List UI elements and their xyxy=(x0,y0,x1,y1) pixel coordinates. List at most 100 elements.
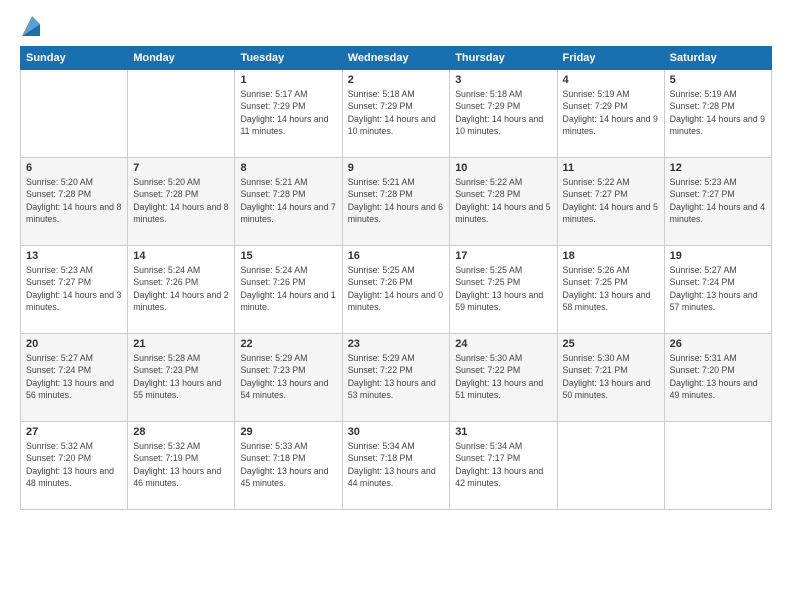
day-number: 9 xyxy=(348,162,445,174)
day-number: 20 xyxy=(26,338,122,350)
calendar-cell: 26 Sunrise: 5:31 AM Sunset: 7:20 PM Dayli… xyxy=(664,334,771,422)
calendar-cell: 17 Sunrise: 5:25 AM Sunset: 7:25 PM Dayli… xyxy=(450,246,557,334)
calendar-cell: 18 Sunrise: 5:26 AM Sunset: 7:25 PM Dayli… xyxy=(557,246,664,334)
day-info: Sunrise: 5:21 AM Sunset: 7:28 PM Dayligh… xyxy=(240,176,336,225)
calendar-week-0: 1Sunrise: 5:17 AM Sunset: 7:29 PM Daylig… xyxy=(21,70,772,158)
calendar-week-4: 27 Sunrise: 5:32 AM Sunset: 7:20 PM Dayli… xyxy=(21,422,772,510)
day-info: Sunrise: 5:21 AM Sunset: 7:28 PM Dayligh… xyxy=(348,176,445,225)
calendar-cell: 20Sunrise: 5:27 AM Sunset: 7:24 PM Dayli… xyxy=(21,334,128,422)
calendar-header-sunday: Sunday xyxy=(21,47,128,70)
calendar-header-tuesday: Tuesday xyxy=(235,47,342,70)
calendar-cell: 22 Sunrise: 5:29 AM Sunset: 7:23 PM Dayli… xyxy=(235,334,342,422)
calendar-cell: 13Sunrise: 5:23 AM Sunset: 7:27 PM Dayli… xyxy=(21,246,128,334)
day-number: 31 xyxy=(455,426,551,438)
day-info: Sunrise: 5:33 AM Sunset: 7:18 PM Dayligh… xyxy=(240,440,336,489)
day-number: 24 xyxy=(455,338,551,350)
day-number: 29 xyxy=(240,426,336,438)
day-info: Sunrise: 5:25 AM Sunset: 7:26 PM Dayligh… xyxy=(348,264,445,313)
day-info: Sunrise: 5:22 AM Sunset: 7:28 PM Dayligh… xyxy=(455,176,551,225)
day-info: Sunrise: 5:26 AM Sunset: 7:25 PM Dayligh… xyxy=(563,264,659,313)
day-info: Sunrise: 5:20 AM Sunset: 7:28 PM Dayligh… xyxy=(26,176,122,225)
calendar-cell: 7 Sunrise: 5:20 AM Sunset: 7:28 PM Daylig… xyxy=(128,158,235,246)
calendar-cell: 12 Sunrise: 5:23 AM Sunset: 7:27 PM Dayli… xyxy=(664,158,771,246)
day-info: Sunrise: 5:24 AM Sunset: 7:26 PM Dayligh… xyxy=(240,264,336,313)
calendar-cell: 27 Sunrise: 5:32 AM Sunset: 7:20 PM Dayli… xyxy=(21,422,128,510)
day-info: Sunrise: 5:27 AM Sunset: 7:24 PM Dayligh… xyxy=(670,264,766,313)
calendar-week-3: 20Sunrise: 5:27 AM Sunset: 7:24 PM Dayli… xyxy=(21,334,772,422)
calendar-cell: 6 Sunrise: 5:20 AM Sunset: 7:28 PM Daylig… xyxy=(21,158,128,246)
day-number: 5 xyxy=(670,74,766,86)
day-info: Sunrise: 5:19 AM Sunset: 7:29 PM Dayligh… xyxy=(563,88,659,137)
calendar-cell: 29 Sunrise: 5:33 AM Sunset: 7:18 PM Dayli… xyxy=(235,422,342,510)
calendar-week-2: 13Sunrise: 5:23 AM Sunset: 7:27 PM Dayli… xyxy=(21,246,772,334)
calendar-header-row: SundayMondayTuesdayWednesdayThursdayFrid… xyxy=(21,47,772,70)
day-number: 10 xyxy=(455,162,551,174)
calendar-cell: 16 Sunrise: 5:25 AM Sunset: 7:26 PM Dayli… xyxy=(342,246,450,334)
day-info: Sunrise: 5:32 AM Sunset: 7:20 PM Dayligh… xyxy=(26,440,122,489)
day-info: Sunrise: 5:28 AM Sunset: 7:23 PM Dayligh… xyxy=(133,352,229,401)
day-number: 16 xyxy=(348,250,445,262)
day-number: 7 xyxy=(133,162,229,174)
day-info: Sunrise: 5:30 AM Sunset: 7:21 PM Dayligh… xyxy=(563,352,659,401)
calendar-cell: 3 Sunrise: 5:18 AM Sunset: 7:29 PM Daylig… xyxy=(450,70,557,158)
day-info: Sunrise: 5:30 AM Sunset: 7:22 PM Dayligh… xyxy=(455,352,551,401)
day-number: 12 xyxy=(670,162,766,174)
calendar-header-friday: Friday xyxy=(557,47,664,70)
day-info: Sunrise: 5:34 AM Sunset: 7:18 PM Dayligh… xyxy=(348,440,445,489)
day-info: Sunrise: 5:23 AM Sunset: 7:27 PM Dayligh… xyxy=(670,176,766,225)
logo-icon xyxy=(22,16,40,36)
calendar-cell: 4 Sunrise: 5:19 AM Sunset: 7:29 PM Daylig… xyxy=(557,70,664,158)
page: SundayMondayTuesdayWednesdayThursdayFrid… xyxy=(0,0,792,612)
day-info: Sunrise: 5:29 AM Sunset: 7:22 PM Dayligh… xyxy=(348,352,445,401)
calendar-header-saturday: Saturday xyxy=(664,47,771,70)
day-info: Sunrise: 5:32 AM Sunset: 7:19 PM Dayligh… xyxy=(133,440,229,489)
calendar-cell: 31 Sunrise: 5:34 AM Sunset: 7:17 PM Dayli… xyxy=(450,422,557,510)
calendar-cell xyxy=(128,70,235,158)
day-number: 14 xyxy=(133,250,229,262)
day-info: Sunrise: 5:34 AM Sunset: 7:17 PM Dayligh… xyxy=(455,440,551,489)
day-number: 22 xyxy=(240,338,336,350)
day-info: Sunrise: 5:24 AM Sunset: 7:26 PM Dayligh… xyxy=(133,264,229,313)
day-number: 21 xyxy=(133,338,229,350)
day-number: 2 xyxy=(348,74,445,86)
calendar-cell: 19 Sunrise: 5:27 AM Sunset: 7:24 PM Dayli… xyxy=(664,246,771,334)
day-info: Sunrise: 5:17 AM Sunset: 7:29 PM Dayligh… xyxy=(240,88,336,137)
day-info: Sunrise: 5:19 AM Sunset: 7:28 PM Dayligh… xyxy=(670,88,766,137)
day-number: 25 xyxy=(563,338,659,350)
calendar-header-wednesday: Wednesday xyxy=(342,47,450,70)
calendar-week-1: 6 Sunrise: 5:20 AM Sunset: 7:28 PM Daylig… xyxy=(21,158,772,246)
calendar-cell: 8 Sunrise: 5:21 AM Sunset: 7:28 PM Daylig… xyxy=(235,158,342,246)
day-info: Sunrise: 5:18 AM Sunset: 7:29 PM Dayligh… xyxy=(455,88,551,137)
header xyxy=(20,18,772,36)
day-info: Sunrise: 5:20 AM Sunset: 7:28 PM Dayligh… xyxy=(133,176,229,225)
day-number: 11 xyxy=(563,162,659,174)
day-number: 28 xyxy=(133,426,229,438)
day-number: 17 xyxy=(455,250,551,262)
day-info: Sunrise: 5:31 AM Sunset: 7:20 PM Dayligh… xyxy=(670,352,766,401)
calendar-cell: 21 Sunrise: 5:28 AM Sunset: 7:23 PM Dayli… xyxy=(128,334,235,422)
calendar-cell: 28 Sunrise: 5:32 AM Sunset: 7:19 PM Dayli… xyxy=(128,422,235,510)
calendar-cell: 5 Sunrise: 5:19 AM Sunset: 7:28 PM Daylig… xyxy=(664,70,771,158)
day-info: Sunrise: 5:18 AM Sunset: 7:29 PM Dayligh… xyxy=(348,88,445,137)
day-number: 26 xyxy=(670,338,766,350)
calendar-cell xyxy=(21,70,128,158)
calendar-cell: 2 Sunrise: 5:18 AM Sunset: 7:29 PM Daylig… xyxy=(342,70,450,158)
calendar-cell: 10 Sunrise: 5:22 AM Sunset: 7:28 PM Dayli… xyxy=(450,158,557,246)
day-info: Sunrise: 5:29 AM Sunset: 7:23 PM Dayligh… xyxy=(240,352,336,401)
day-number: 18 xyxy=(563,250,659,262)
day-number: 4 xyxy=(563,74,659,86)
calendar-header-monday: Monday xyxy=(128,47,235,70)
calendar-cell: 30Sunrise: 5:34 AM Sunset: 7:18 PM Dayli… xyxy=(342,422,450,510)
day-number: 19 xyxy=(670,250,766,262)
day-number: 3 xyxy=(455,74,551,86)
calendar-cell: 23Sunrise: 5:29 AM Sunset: 7:22 PM Dayli… xyxy=(342,334,450,422)
day-number: 8 xyxy=(240,162,336,174)
logo xyxy=(20,18,40,36)
day-number: 15 xyxy=(240,250,336,262)
calendar-cell: 24 Sunrise: 5:30 AM Sunset: 7:22 PM Dayli… xyxy=(450,334,557,422)
day-info: Sunrise: 5:25 AM Sunset: 7:25 PM Dayligh… xyxy=(455,264,551,313)
day-number: 27 xyxy=(26,426,122,438)
calendar-cell xyxy=(557,422,664,510)
calendar-cell: 9 Sunrise: 5:21 AM Sunset: 7:28 PM Daylig… xyxy=(342,158,450,246)
day-number: 6 xyxy=(26,162,122,174)
